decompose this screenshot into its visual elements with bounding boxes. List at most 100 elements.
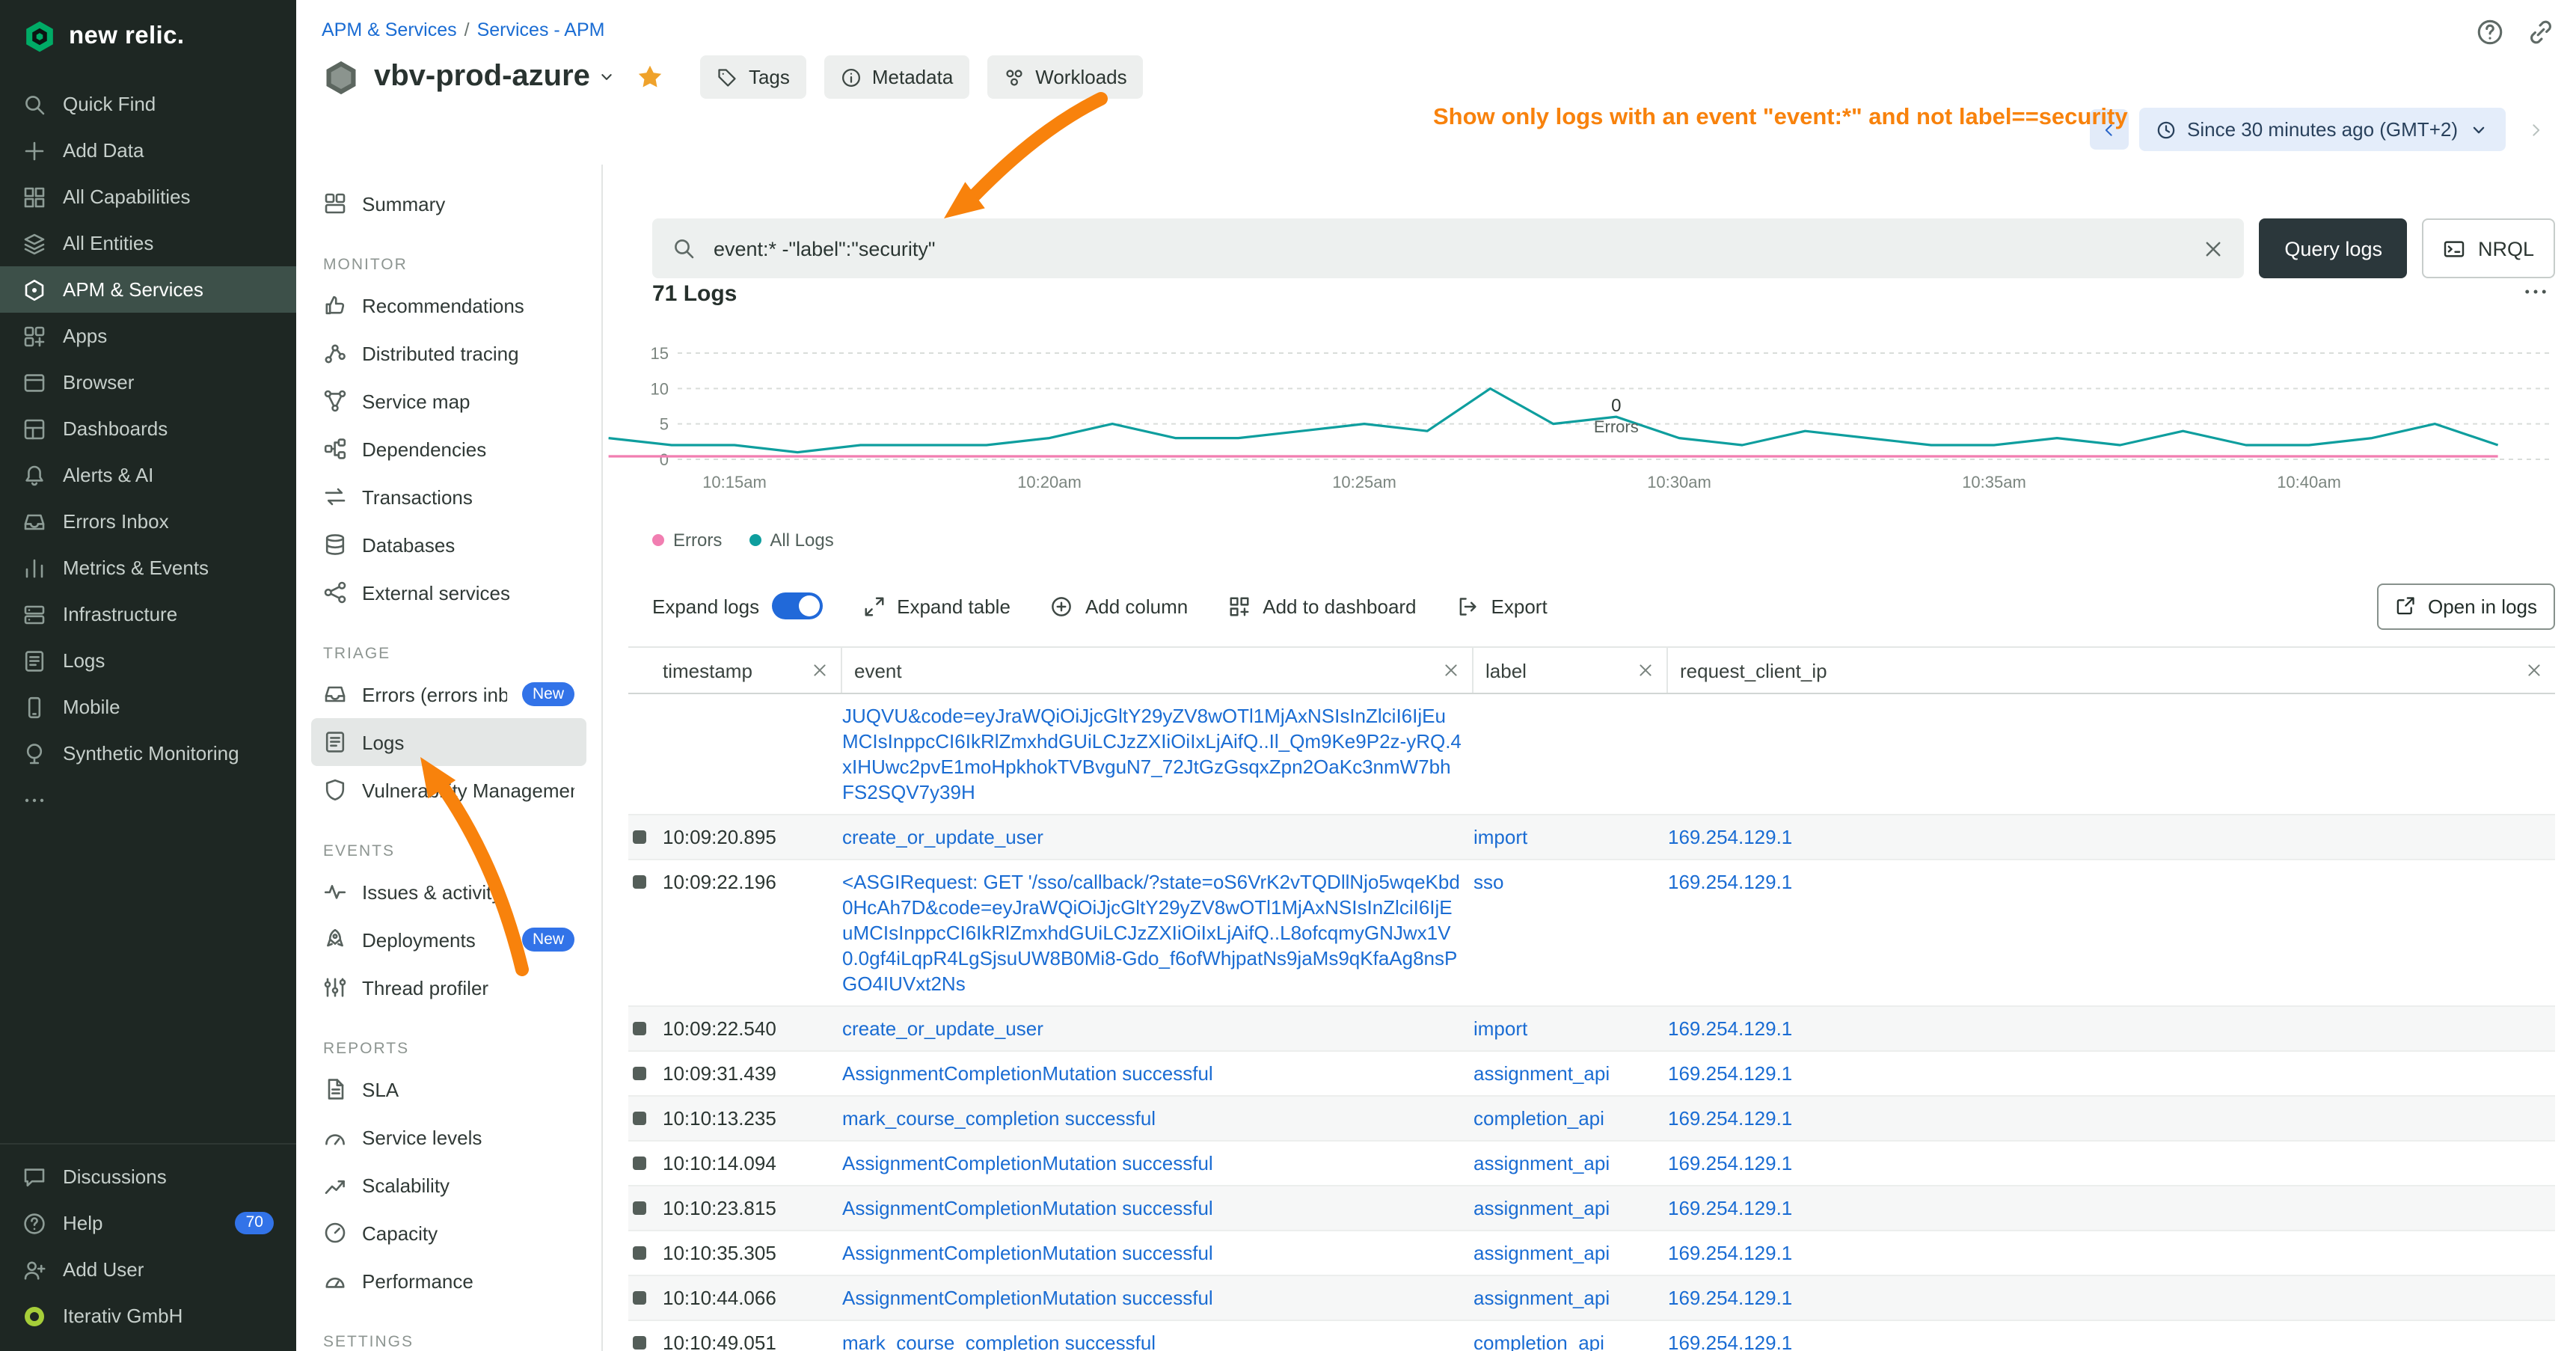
sidebar-item-dashboards[interactable]: Dashboards	[0, 405, 296, 452]
table-row[interactable]: 10:10:14.094AssignmentCompletionMutation…	[628, 1142, 2555, 1186]
sidebar-item-metrics-events[interactable]: Metrics & Events	[0, 545, 296, 591]
log-event-link[interactable]: AssignmentCompletionMutation successful	[842, 1062, 1213, 1085]
subnav-item-thread-profiler[interactable]: Thread profiler	[311, 964, 586, 1011]
log-label-link[interactable]: assignment_api	[1473, 1197, 1610, 1219]
sidebar-item-help[interactable]: Help70	[0, 1200, 296, 1246]
remove-timestamp-column-icon[interactable]	[811, 661, 829, 679]
row-marker-icon[interactable]	[633, 875, 646, 889]
log-event-link[interactable]: JUQVU&code=eyJraWQiOiJjcGltY29yZV8wOTl1M…	[842, 705, 1462, 803]
tags-button[interactable]: Tags	[701, 55, 806, 99]
log-request-ip-link[interactable]: 169.254.129.1	[1668, 1107, 1792, 1130]
nrql-button[interactable]: NRQL	[2423, 218, 2555, 278]
logs-query-input[interactable]	[711, 236, 2187, 261]
query-logs-button[interactable]: Query logs	[2259, 218, 2408, 278]
subnav-item-dependencies[interactable]: Dependencies	[311, 425, 586, 473]
row-marker-icon[interactable]	[633, 1246, 646, 1260]
workloads-button[interactable]: Workloads	[987, 55, 1143, 99]
log-event-link[interactable]: AssignmentCompletionMutation successful	[842, 1242, 1213, 1264]
log-label-link[interactable]: completion_api	[1473, 1107, 1604, 1130]
remove-label-column-icon[interactable]	[1637, 661, 1655, 679]
sidebar-item-add-data[interactable]: Add Data	[0, 127, 296, 174]
table-row[interactable]: 10:10:35.305AssignmentCompletionMutation…	[628, 1231, 2555, 1276]
table-row[interactable]: 10:09:20.895create_or_update_userimport1…	[628, 815, 2555, 860]
row-marker-icon[interactable]	[633, 1291, 646, 1305]
log-request-ip-link[interactable]: 169.254.129.1	[1668, 1287, 1792, 1309]
log-request-ip-link[interactable]: 169.254.129.1	[1668, 1332, 1792, 1351]
breadcrumb-services-apm[interactable]: Services - APM	[477, 19, 605, 40]
metadata-button[interactable]: Metadata	[824, 55, 969, 99]
log-label-link[interactable]: completion_api	[1473, 1332, 1604, 1351]
sidebar-item-discussions[interactable]: Discussions	[0, 1154, 296, 1200]
sidebar-item-infrastructure[interactable]: Infrastructure	[0, 591, 296, 637]
subnav-item-external-services[interactable]: External services	[311, 569, 586, 616]
log-label-link[interactable]: assignment_api	[1473, 1242, 1610, 1264]
sidebar-item-apm-services[interactable]: APM & Services	[0, 266, 296, 313]
log-event-link[interactable]: mark_course_completion successful	[842, 1107, 1156, 1130]
log-request-ip-link[interactable]: 169.254.129.1	[1668, 871, 1792, 893]
table-row[interactable]: 10:10:13.235mark_course_completion succe…	[628, 1097, 2555, 1142]
subnav-item-distributed-tracing[interactable]: Distributed tracing	[311, 329, 586, 377]
log-request-ip-link[interactable]: 169.254.129.1	[1668, 1152, 1792, 1174]
subnav-item-service-levels[interactable]: Service levels	[311, 1113, 586, 1161]
table-row[interactable]: JUQVU&code=eyJraWQiOiJjcGltY29yZV8wOTl1M…	[628, 694, 2555, 815]
sidebar-item-alerts-ai[interactable]: Alerts & AI	[0, 452, 296, 498]
subnav-item-service-map[interactable]: Service map	[311, 377, 586, 425]
log-label-link[interactable]: assignment_api	[1473, 1287, 1610, 1309]
permalink-icon[interactable]	[2527, 18, 2555, 46]
log-event-link[interactable]: AssignmentCompletionMutation successful	[842, 1152, 1213, 1174]
log-label-link[interactable]: import	[1473, 1017, 1527, 1040]
log-event-link[interactable]: create_or_update_user	[842, 1017, 1043, 1040]
favorite-star-icon[interactable]	[637, 63, 665, 91]
subnav-item-deployments[interactable]: DeploymentsNew	[311, 916, 586, 964]
table-row[interactable]: 10:10:23.815AssignmentCompletionMutation…	[628, 1186, 2555, 1231]
sidebar-item-more[interactable]	[0, 776, 296, 823]
sidebar-item-logs[interactable]: Logs	[0, 637, 296, 684]
subnav-item-capacity[interactable]: Capacity	[311, 1209, 586, 1257]
table-row[interactable]: 10:10:44.066AssignmentCompletionMutation…	[628, 1276, 2555, 1321]
row-marker-icon[interactable]	[633, 1336, 646, 1350]
log-request-ip-link[interactable]: 169.254.129.1	[1668, 1197, 1792, 1219]
log-event-link[interactable]: AssignmentCompletionMutation successful	[842, 1287, 1213, 1309]
log-event-link[interactable]: create_or_update_user	[842, 826, 1043, 848]
log-label-link[interactable]: assignment_api	[1473, 1152, 1610, 1174]
open-in-logs-button[interactable]: Open in logs	[2377, 583, 2555, 629]
sidebar-item-iterativ-gmbh[interactable]: Iterativ GmbH	[0, 1293, 296, 1339]
remove-request-client-ip-column-icon[interactable]	[2525, 661, 2543, 679]
subnav-item-summary[interactable]: Summary	[311, 180, 586, 227]
log-label-link[interactable]: sso	[1473, 871, 1503, 893]
legend-item-all-logs[interactable]: All Logs	[749, 530, 833, 551]
remove-event-column-icon[interactable]	[1442, 661, 1460, 679]
breadcrumb-apm-services[interactable]: APM & Services	[322, 19, 457, 40]
subnav-item-databases[interactable]: Databases	[311, 521, 586, 569]
sidebar-item-apps[interactable]: Apps	[0, 313, 296, 359]
row-marker-icon[interactable]	[633, 1022, 646, 1035]
label-column-header[interactable]: label	[1473, 648, 1668, 693]
sidebar-item-synthetic-monitoring[interactable]: Synthetic Monitoring	[0, 730, 296, 776]
request-client-ip-column-header[interactable]: request_client_ip	[1668, 648, 2555, 693]
sidebar-item-mobile[interactable]: Mobile	[0, 684, 296, 730]
subnav-item-scalability[interactable]: Scalability	[311, 1161, 586, 1209]
add-column-button[interactable]: Add column	[1051, 595, 1188, 617]
panel-more-menu-icon[interactable]	[2522, 278, 2549, 305]
subnav-item-sla[interactable]: SLA	[311, 1065, 586, 1113]
log-event-link[interactable]: mark_course_completion successful	[842, 1332, 1156, 1351]
subnav-item-vulnerability-management[interactable]: Vulnerability Management	[311, 766, 586, 814]
timestamp-column-header[interactable]: timestamp	[663, 648, 842, 693]
subnav-item-issues-activity[interactable]: Issues & activity	[311, 868, 586, 916]
logs-query-bar[interactable]	[652, 218, 2244, 278]
legend-item-errors[interactable]: Errors	[652, 530, 722, 551]
log-request-ip-link[interactable]: 169.254.129.1	[1668, 1017, 1792, 1040]
table-row[interactable]: 10:09:22.196<ASGIRequest: GET '/sso/call…	[628, 860, 2555, 1007]
log-event-link[interactable]: <ASGIRequest: GET '/sso/callback/?state=…	[842, 871, 1460, 995]
subnav-item-logs[interactable]: Logs	[311, 718, 586, 766]
sidebar-item-all-capabilities[interactable]: All Capabilities	[0, 174, 296, 220]
row-marker-icon[interactable]	[633, 1157, 646, 1170]
sidebar-item-quick-find[interactable]: Quick Find	[0, 81, 296, 127]
sidebar-item-browser[interactable]: Browser	[0, 359, 296, 405]
log-label-link[interactable]: import	[1473, 826, 1527, 848]
subnav-item-errors-errors-inb[interactable]: Errors (errors inb...New	[311, 670, 586, 718]
export-button[interactable]: Export	[1457, 595, 1548, 617]
log-request-ip-link[interactable]: 169.254.129.1	[1668, 1062, 1792, 1085]
subnav-item-transactions[interactable]: Transactions	[311, 473, 586, 521]
help-circle-icon[interactable]	[2476, 18, 2504, 46]
